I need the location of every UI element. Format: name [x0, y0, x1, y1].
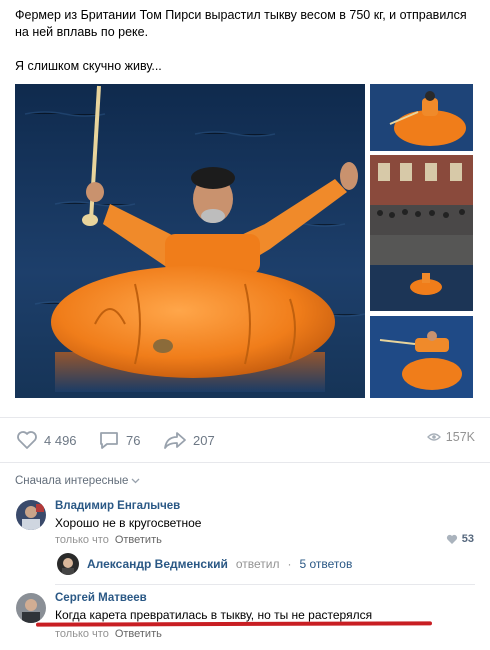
thread-replied: ответил	[235, 557, 280, 571]
post-text-line1: Фермер из Британии Том Пирси вырастил ты…	[15, 8, 467, 39]
photo-gallery	[15, 84, 473, 398]
share-count: 207	[193, 432, 215, 448]
comment-author[interactable]: Сергей Матвеев	[55, 592, 147, 604]
views-counter: 157K	[426, 430, 475, 444]
replies-thread-link[interactable]: Александр Ведменский ответил · 5 ответов	[57, 553, 352, 575]
comments-sort-dropdown[interactable]: Сначала интересные	[15, 475, 140, 487]
comment-item: Сергей Матвеев Когда карета превратилась…	[0, 588, 490, 650]
post-actions-bar: 4 496 76 207 157K	[0, 420, 490, 460]
user-avatar-image	[57, 553, 79, 575]
share-icon	[164, 432, 186, 449]
comment-icon	[100, 432, 118, 449]
avatar[interactable]	[16, 500, 46, 530]
thumbnail-photo-1[interactable]	[370, 84, 473, 151]
comment-divider	[55, 584, 475, 585]
comment-button[interactable]: 76	[98, 430, 140, 450]
thumbnail-photo-2[interactable]	[370, 155, 473, 311]
pumpkin-thumbnail-2	[370, 155, 473, 311]
user-avatar-image	[16, 593, 46, 623]
comment-author[interactable]: Владимир Енгалычев	[55, 500, 180, 512]
views-count: 157K	[445, 430, 475, 444]
comment-like-count: 53	[461, 533, 474, 545]
comment-text: Хорошо не в кругосветное	[55, 516, 202, 530]
comment-time: только что	[55, 534, 109, 546]
avatar	[57, 553, 79, 575]
reply-button[interactable]: Ответить	[115, 534, 162, 546]
chevron-down-icon	[131, 478, 140, 484]
comment-meta: только что Ответить	[55, 534, 162, 546]
main-photo[interactable]	[15, 84, 365, 398]
sort-label: Сначала интересные	[15, 475, 129, 487]
reply-button[interactable]: Ответить	[115, 628, 162, 640]
actions-top-divider	[0, 417, 490, 418]
like-count: 4 496	[44, 432, 77, 448]
comment-count: 76	[126, 432, 141, 448]
avatar[interactable]	[16, 593, 46, 623]
pumpkin-thumbnail-1	[370, 84, 473, 151]
thumbnail-photo-3[interactable]	[370, 316, 473, 398]
comment-item: Владимир Енгалычев Хорошо не в кругосвет…	[0, 495, 490, 546]
comment-time: только что	[55, 628, 109, 640]
thread-author[interactable]: Александр Ведменский	[87, 557, 228, 571]
actions-bottom-divider	[0, 462, 490, 463]
eye-icon	[426, 433, 441, 441]
comment-text: Когда карета превратилась в тыкву, но ты…	[55, 608, 373, 622]
pumpkin-boat-photo	[15, 84, 365, 398]
comment-meta: только что Ответить	[55, 628, 162, 640]
post-text-line2: Я слишком скучно живу...	[15, 59, 162, 73]
thread-reply-count[interactable]: 5 ответов	[300, 557, 353, 571]
like-button[interactable]: 4 496	[16, 430, 77, 450]
user-avatar-image	[16, 500, 46, 530]
heart-icon	[17, 431, 37, 449]
post-text: Фермер из Британии Том Пирси вырастил ты…	[15, 7, 480, 92]
comment-like-button[interactable]: 53	[446, 533, 474, 545]
heart-filled-icon	[446, 534, 457, 544]
thread-separator: ·	[287, 557, 292, 571]
share-button[interactable]: 207	[163, 430, 215, 450]
pumpkin-thumbnail-3	[370, 316, 473, 398]
